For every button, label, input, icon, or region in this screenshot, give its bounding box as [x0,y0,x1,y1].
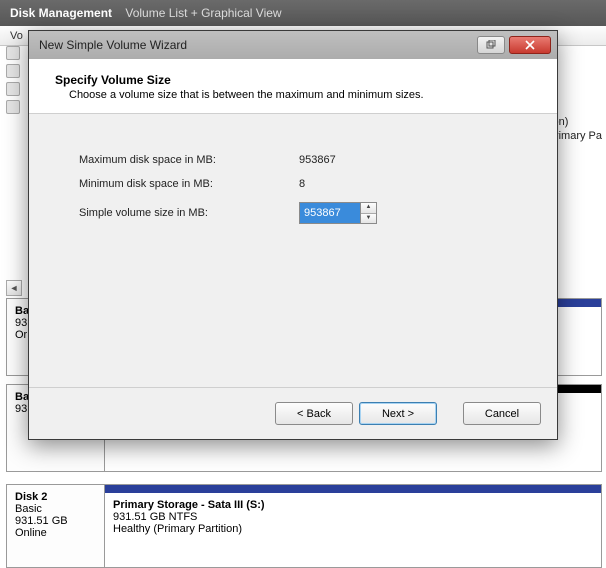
scroll-left-icon[interactable]: ◄ [6,280,22,296]
app-title: Disk Management [10,6,112,20]
disk-info-cell: Disk 2 Basic 931.51 GB Online [7,485,105,567]
wizard-footer: < Back Next > Cancel [29,387,557,439]
volume-size-input[interactable] [300,203,360,223]
volume-health: Healthy (Primary Partition) [113,523,593,535]
volume-status-bar [105,485,601,493]
volume-title: Primary Storage - Sata III (S:) [113,499,593,511]
spin-down-icon[interactable]: ▼ [361,214,376,224]
wizard-subheading: Choose a volume size that is between the… [69,89,537,101]
cancel-button[interactable]: Cancel [463,402,541,425]
volume-icon-column [6,46,20,118]
restore-icon [486,40,496,50]
wizard-header: Specify Volume Size Choose a volume size… [29,59,557,114]
volume-cell[interactable]: Primary Storage - Sata III (S:) 931.51 G… [105,485,601,567]
spin-up-icon[interactable]: ▲ [361,203,376,214]
volume-icon [6,82,20,96]
volume-icon [6,100,20,114]
volume-size-label: Simple volume size in MB: [79,196,299,230]
wizard-heading: Specify Volume Size [55,73,537,87]
app-titlebar: Disk Management Volume List + Graphical … [0,0,606,26]
column-header-fragment: Vo [10,30,23,42]
next-button[interactable]: Next > [359,402,437,425]
dialog-title: New Simple Volume Wizard [39,38,473,52]
wizard-body: Maximum disk space in MB: 953867 Minimum… [29,114,557,230]
disk-size: 931.51 GB [15,515,96,527]
max-space-value: 953867 [299,148,527,172]
restore-button[interactable] [477,36,505,54]
new-simple-volume-wizard: New Simple Volume Wizard Specify Volume … [28,30,558,440]
disk-type: Basic [15,503,96,515]
volume-fs: 931.51 GB NTFS [113,511,593,523]
min-space-value: 8 [299,172,527,196]
volume-icon [6,64,20,78]
disk-title: Disk 2 [15,491,96,503]
volume-size-spinner[interactable]: ▲ ▼ [299,202,377,224]
min-space-label: Minimum disk space in MB: [79,172,299,196]
dialog-titlebar[interactable]: New Simple Volume Wizard [29,31,557,59]
volume-icon [6,46,20,60]
disk-row: Disk 2 Basic 931.51 GB Online Primary St… [6,484,602,568]
back-button[interactable]: < Back [275,402,353,425]
max-space-label: Maximum disk space in MB: [79,148,299,172]
view-mode-label: Volume List + Graphical View [125,6,281,20]
disk-status: Online [15,527,96,539]
close-icon [525,40,535,50]
close-button[interactable] [509,36,551,54]
